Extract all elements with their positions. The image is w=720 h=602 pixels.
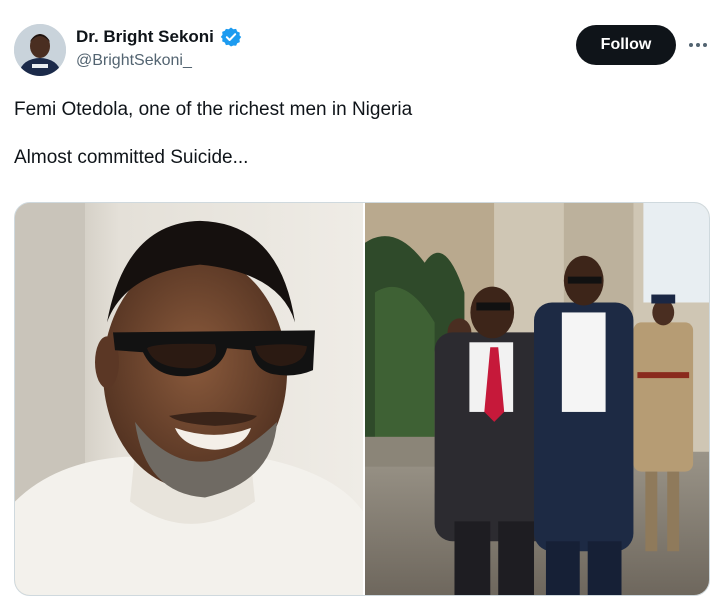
avatar-photo xyxy=(14,24,66,76)
tweet-text-line-2: Almost committed Suicide... xyxy=(14,147,249,168)
media-photo-2[interactable] xyxy=(365,203,709,595)
author-name-row[interactable]: Dr. Bright Sekoni xyxy=(76,26,242,48)
person-right xyxy=(534,255,634,595)
tweet-card: Dr. Bright Sekoni @BrightSekoni_ Follow … xyxy=(0,0,720,602)
group-photo xyxy=(365,203,709,595)
media-photo-1[interactable] xyxy=(15,203,363,595)
author-info: Dr. Bright Sekoni @BrightSekoni_ xyxy=(76,26,242,71)
author-avatar[interactable] xyxy=(14,24,66,76)
portrait-photo xyxy=(15,203,363,595)
author-display-name[interactable]: Dr. Bright Sekoni xyxy=(76,26,214,48)
tweet-media-grid xyxy=(14,202,710,596)
follow-button[interactable]: Follow xyxy=(576,25,676,65)
tweet-text-line-1: Femi Otedola, one of the richest men in … xyxy=(14,99,413,120)
verified-badge-icon[interactable] xyxy=(220,26,242,48)
more-options-icon[interactable] xyxy=(683,30,713,60)
author-handle[interactable]: @BrightSekoni_ xyxy=(76,51,242,71)
tweet-body: Femi Otedola, one of the richest men in … xyxy=(14,98,704,170)
